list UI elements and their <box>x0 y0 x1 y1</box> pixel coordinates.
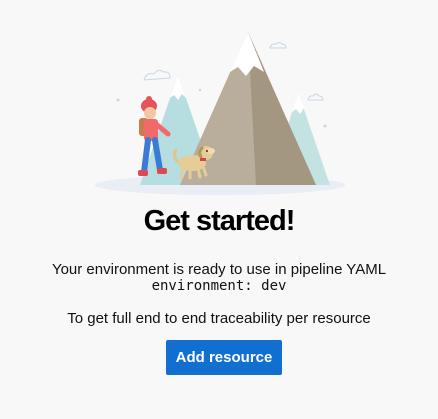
empty-state-title: Get started! <box>143 205 296 237</box>
cloud-left <box>143 69 171 81</box>
traceability-message: To get full end to end traceability per … <box>67 310 371 327</box>
cloud-top <box>269 42 287 49</box>
cloud-right <box>307 93 324 101</box>
environment-ready-message: Your environment is ready to use in pipe… <box>51 261 387 278</box>
environment-yaml-snippet: environment: dev <box>151 278 287 294</box>
hiker-dog-mountains-illustration <box>80 20 360 195</box>
add-resource-button[interactable]: Add resource <box>166 340 282 375</box>
